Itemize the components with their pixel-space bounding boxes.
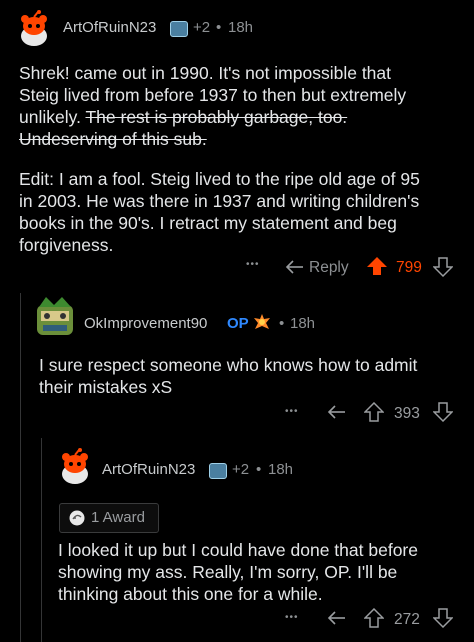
upvote-icon[interactable] xyxy=(364,608,384,628)
award-flair-icon xyxy=(254,314,270,329)
comment-body: I sure respect someone who knows how to … xyxy=(39,354,464,398)
timestamp: 18h xyxy=(290,315,316,332)
reply-icon[interactable] xyxy=(327,609,347,627)
username[interactable]: ArtOfRuinN23 xyxy=(63,19,156,36)
user-flair-icon xyxy=(209,463,227,479)
score: 393 xyxy=(394,405,420,422)
edit-line: books in the 90's. I retract my statemen… xyxy=(19,213,397,233)
more-options-button[interactable]: ••• xyxy=(246,259,260,270)
body-line: I looked it up but I could have done tha… xyxy=(58,540,418,560)
timestamp: 18h xyxy=(228,19,254,36)
avatar[interactable] xyxy=(55,448,95,488)
score: 799 xyxy=(396,259,422,276)
avatar[interactable] xyxy=(34,295,76,337)
reply-icon[interactable] xyxy=(327,403,347,421)
edit-line: Edit: I am a fool. Steig lived to the ri… xyxy=(19,169,420,189)
reply-button[interactable]: Reply xyxy=(309,259,349,277)
body-line: I sure respect someone who knows how to … xyxy=(39,355,418,375)
thread-line[interactable] xyxy=(20,293,21,642)
upvote-icon[interactable] xyxy=(366,256,388,276)
body-line: Shrek! came out in 1990. It's not imposs… xyxy=(19,63,392,83)
badge-count: +2 xyxy=(232,461,250,478)
body-line: unlikely. The rest is probably garbage, … xyxy=(19,106,459,128)
thread-line[interactable] xyxy=(41,438,42,642)
body-line: thinking about this one for a while. xyxy=(58,584,323,604)
downvote-icon[interactable] xyxy=(433,257,453,277)
body-line: their mistakes xS xyxy=(39,377,173,397)
comment-body: Shrek! came out in 1990. It's not imposs… xyxy=(19,62,459,256)
avatar[interactable] xyxy=(14,10,54,50)
downvote-icon[interactable] xyxy=(433,608,453,628)
timestamp: 18h xyxy=(268,461,294,478)
user-flair-icon xyxy=(170,21,188,37)
comment-body: I looked it up but I could have done tha… xyxy=(58,539,468,605)
edit-line: forgiveness. xyxy=(19,235,114,255)
score: 272 xyxy=(394,611,420,628)
separator: • xyxy=(279,315,285,332)
separator: • xyxy=(256,461,262,478)
edit-line: in 2003. He was there in 1937 and writin… xyxy=(19,191,420,211)
reply-icon[interactable] xyxy=(285,258,305,276)
award-chip[interactable]: 1 Award xyxy=(59,503,159,533)
downvote-icon[interactable] xyxy=(433,402,453,422)
more-options-button[interactable]: ••• xyxy=(285,406,299,417)
badge-count: +2 xyxy=(193,19,211,36)
upvote-icon[interactable] xyxy=(364,402,384,422)
body-line: Steig lived from before 1937 to then but… xyxy=(19,85,407,105)
more-options-button[interactable]: ••• xyxy=(285,612,299,623)
separator: • xyxy=(216,19,222,36)
username[interactable]: OkImprovement90 xyxy=(84,315,207,332)
body-line: showing my ass. Really, I'm sorry, OP. I… xyxy=(58,562,398,582)
username[interactable]: ArtOfRuinN23 xyxy=(102,461,195,478)
body-line-text: unlikely. xyxy=(19,107,86,127)
struck-text: Undeserving of this sub. xyxy=(19,129,207,149)
op-badge: OP xyxy=(227,315,249,332)
struck-text: The rest is probably garbage, too. xyxy=(85,107,348,127)
award-icon xyxy=(69,510,85,526)
award-label: 1 Award xyxy=(91,509,145,526)
